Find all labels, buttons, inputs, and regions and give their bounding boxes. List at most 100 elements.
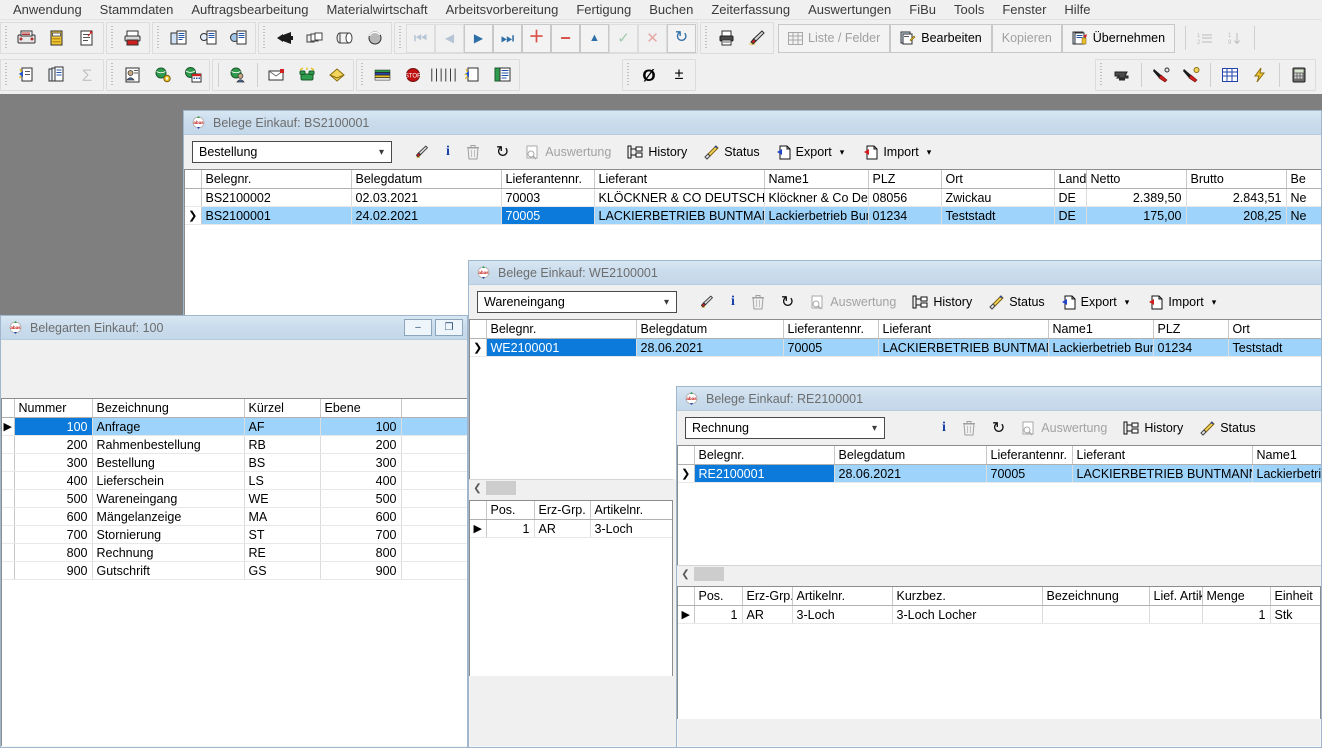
history-button-we[interactable]: History <box>905 288 979 316</box>
cell-nummer[interactable]: 500 <box>14 489 93 508</box>
lightning-icon[interactable] <box>1245 61 1275 89</box>
cell-kuerzel[interactable]: GS <box>244 561 321 580</box>
cell-ort[interactable]: Teststadt <box>941 206 1055 225</box>
grid-positionen-we[interactable]: Pos. Erz-Grp. Artikelnr. ▶ 1 AR 3-Loch <box>469 500 673 540</box>
cell-lieferantennr[interactable]: 70005 <box>783 338 879 357</box>
cell-lieferant[interactable]: LACKIERBETRIEB BUNTMANN <box>1072 464 1253 483</box>
cell-name1[interactable]: Klöckner & Co Deuts <box>764 188 869 207</box>
toolbar-grip[interactable] <box>359 63 366 87</box>
bars-icon[interactable] <box>428 61 458 89</box>
trash-icon[interactable] <box>744 288 772 316</box>
col-ort[interactable]: Ort <box>1228 320 1321 339</box>
cell-bezeichnung[interactable]: Wareneingang <box>92 489 245 508</box>
toolbar-grip[interactable] <box>397 26 404 50</box>
menu-item-zeiterfassung[interactable]: Zeiterfassung <box>702 0 799 19</box>
sort-ascending-icon[interactable]: 19 <box>1220 24 1250 52</box>
export-button-bs[interactable]: Export ▾ <box>769 138 855 166</box>
cell-brutto[interactable]: 208,25 <box>1186 206 1287 225</box>
import-button-bs[interactable]: Import ▾ <box>856 138 941 166</box>
document-pin-icon[interactable] <box>72 24 102 52</box>
toolbar-grip[interactable] <box>625 63 632 87</box>
stop-sign-icon[interactable]: STOP <box>398 61 428 89</box>
prev-record-icon[interactable]: ◀ <box>435 23 464 53</box>
col-kurzbez[interactable]: Kurzbez. <box>892 587 1043 606</box>
sum-sigma-icon[interactable]: Σ <box>72 61 102 89</box>
minimize-button[interactable]: – <box>404 319 432 336</box>
add-record-icon[interactable]: ＋ <box>522 23 551 53</box>
window-titlebar-belegarten[interactable]: abas Belegarten Einkauf: 100 – ❐ <box>1 316 467 340</box>
table-row[interactable]: ❯ RE2100001 28.06.2021 70005 LACKIERBETR… <box>678 464 1321 483</box>
cell-artikelnr[interactable]: 3-Loch <box>590 519 672 538</box>
toolbar-grip[interactable] <box>261 26 268 50</box>
cell-bezeichnung[interactable]: Bestellung <box>92 453 245 472</box>
export-button-we[interactable]: Export ▾ <box>1054 288 1140 316</box>
chevron-down-icon[interactable]: ▾ <box>1209 297 1220 308</box>
cell-ebene[interactable]: 100 <box>320 417 402 436</box>
cell-bezeichnung[interactable]: Gutschrift <box>92 561 245 580</box>
col-menge[interactable]: Menge <box>1202 587 1271 606</box>
cell-nummer[interactable]: 100 <box>14 417 93 436</box>
menu-item-materialwirtschaft[interactable]: Materialwirtschaft <box>317 0 436 19</box>
printer-icon[interactable] <box>118 24 148 52</box>
liste-felder-button[interactable]: Liste / Felder <box>778 23 891 53</box>
cell-nummer[interactable]: 400 <box>14 471 93 490</box>
col-belegnr[interactable]: Belegnr. <box>486 320 637 339</box>
cell-nummer[interactable]: 800 <box>14 543 93 562</box>
cell-belegdatum[interactable]: 28.06.2021 <box>636 338 784 357</box>
horizontal-scrollbar-we[interactable]: ❮ <box>469 479 673 496</box>
col-land[interactable]: Land <box>1054 170 1087 189</box>
cell-kuerzel[interactable]: RE <box>244 543 321 562</box>
status-button-bs[interactable]: Status <box>696 138 766 166</box>
globe-gear-icon[interactable] <box>148 61 178 89</box>
cell-ort[interactable]: Teststadt <box>1228 338 1321 357</box>
cell-netto[interactable]: 175,00 <box>1086 206 1187 225</box>
uebernehmen-button[interactable]: Übernehmen <box>1061 23 1176 53</box>
cell-nummer[interactable]: 900 <box>14 561 93 580</box>
toolbar-grip[interactable] <box>3 26 10 50</box>
chevron-down-icon[interactable]: ▾ <box>1122 297 1133 308</box>
cancel-icon[interactable]: ✕ <box>638 23 667 53</box>
refresh-icon[interactable]: ↻ <box>985 414 1012 442</box>
menu-item-buchen[interactable]: Buchen <box>640 0 702 19</box>
diameter-icon[interactable]: Ø <box>634 61 664 89</box>
cell-kuerzel[interactable]: WE <box>244 489 321 508</box>
cell-ebene[interactable]: 800 <box>320 543 402 562</box>
cell-erz-grp[interactable]: AR <box>742 605 793 624</box>
col-name1[interactable]: Name1 <box>1048 320 1154 339</box>
table-row[interactable]: ▶ 1 AR 3-Loch <box>470 519 672 538</box>
toolbar-grip[interactable] <box>109 63 116 87</box>
col-ort[interactable]: Ort <box>941 170 1055 189</box>
tool-red-icon[interactable] <box>1146 61 1176 89</box>
info-icon[interactable]: i <box>935 414 953 442</box>
delete-record-icon[interactable]: − <box>551 23 580 53</box>
highlighter-icon[interactable] <box>406 138 437 166</box>
scroll-left-icon[interactable]: ❮ <box>469 481 486 496</box>
cell-ebene[interactable]: 500 <box>320 489 402 508</box>
anvil-icon[interactable] <box>1107 61 1137 89</box>
restore-button[interactable]: ❐ <box>435 319 463 336</box>
cell-bezeichnung[interactable]: Lieferschein <box>92 471 245 490</box>
first-record-icon[interactable]: ⏮ <box>406 23 435 53</box>
col-ebene[interactable]: Ebene <box>320 399 402 418</box>
cell-be[interactable]: Ne <box>1286 206 1321 225</box>
info-icon[interactable]: i <box>724 288 742 316</box>
phone-icon[interactable] <box>292 61 322 89</box>
document-search-icon[interactable] <box>194 24 224 52</box>
table-row[interactable]: ❯ WE2100001 28.06.2021 70005 LACKIERBETR… <box>470 338 1321 357</box>
cell-plz[interactable]: 08056 <box>868 188 942 207</box>
cell-erz-grp[interactable]: AR <box>534 519 591 538</box>
document-globe-icon[interactable] <box>224 24 254 52</box>
globe-calendar-icon[interactable] <box>178 61 208 89</box>
belegart-combo-bs[interactable]: Bestellung ▾ <box>192 141 392 163</box>
cell-plz[interactable]: 01234 <box>1153 338 1229 357</box>
table-row[interactable]: 900 Gutschrift GS 900 <box>2 561 467 580</box>
toolbar-grip[interactable] <box>109 26 116 50</box>
cell-land[interactable]: DE <box>1054 206 1087 225</box>
numbered-list-icon[interactable]: 12 <box>1190 24 1220 52</box>
grid-blue-icon[interactable] <box>1215 61 1245 89</box>
cell-kuerzel[interactable]: ST <box>244 525 321 544</box>
calculator-icon[interactable] <box>1284 61 1314 89</box>
cell-lieferant[interactable]: LACKIERBETRIEB BUNTMANN <box>878 338 1049 357</box>
cell-bezeichnung[interactable]: Mängelanzeige <box>92 507 245 526</box>
cell-ebene[interactable]: 400 <box>320 471 402 490</box>
